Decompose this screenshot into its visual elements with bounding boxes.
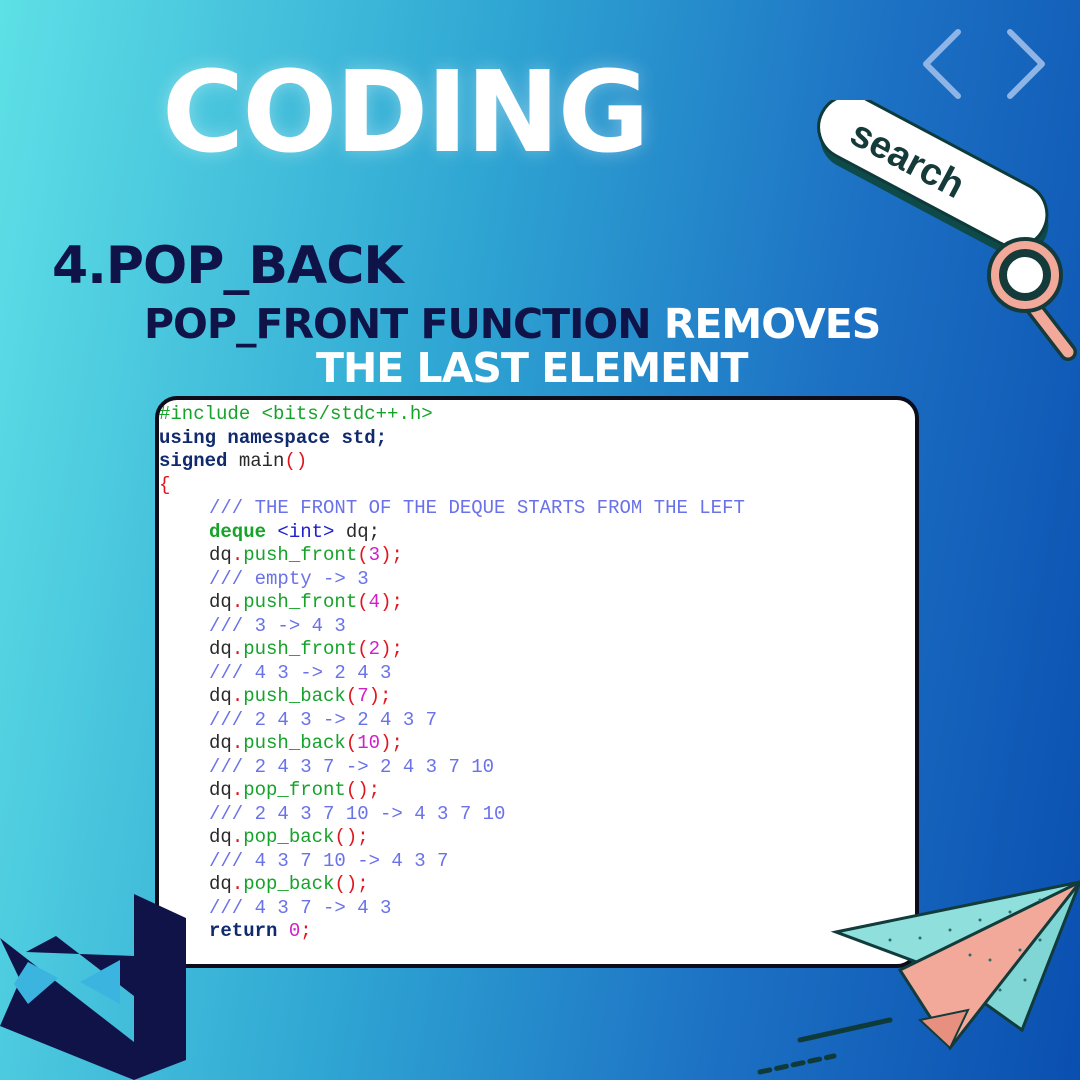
punct: .	[231, 685, 244, 707]
type: deque	[209, 520, 267, 543]
subtitle-line-2: THE LAST ELEMENT	[316, 344, 748, 392]
punct: .	[231, 826, 244, 848]
poster: CODING search 4.POP_BACK POP_FRONT FUNCT…	[0, 0, 1080, 1080]
method: push_front	[243, 544, 358, 566]
identifier: dq	[209, 544, 232, 566]
chevron-left-icon[interactable]	[918, 28, 966, 100]
code-comment: /// THE FRONT OF THE DEQUE STARTS FROM T…	[209, 497, 745, 519]
code-comment: /// 2 4 3 7 -> 2 4 3 7 10	[209, 755, 495, 778]
method: push_front	[243, 591, 358, 613]
code-comment: /// 2 4 3 -> 2 4 3 7	[209, 708, 438, 731]
code-line: #include <bits/stdc++.h>	[159, 403, 915, 427]
code-line: /// 2 4 3 -> 2 4 3 7	[159, 709, 915, 733]
code-line: dq.push_back(7);	[159, 685, 915, 709]
punct: .	[231, 638, 244, 660]
method: pop_back	[243, 826, 335, 848]
code-line: dq.push_front(3);	[159, 544, 915, 568]
punct: );	[368, 685, 392, 707]
punct: );	[380, 591, 403, 613]
punct: (	[345, 685, 358, 707]
punct: {	[159, 473, 171, 496]
punct: .	[231, 873, 244, 895]
chevron-right-icon[interactable]	[1002, 28, 1050, 100]
punct: .	[231, 779, 244, 801]
identifier: dq	[209, 685, 232, 707]
poster-title: CODING	[162, 48, 650, 178]
keyword: namespace	[227, 426, 331, 449]
identifier: dq;	[345, 520, 381, 543]
code-line: /// empty -> 3	[159, 568, 915, 592]
code-comment: /// 3 -> 4 3	[209, 614, 346, 637]
identifier: dq	[209, 591, 232, 613]
code-line: {	[159, 474, 915, 498]
code-line: signed main()	[159, 450, 915, 474]
code-line: /// THE FRONT OF THE DEQUE STARTS FROM T…	[159, 497, 915, 521]
code-line: /// 4 3 7 10 -> 4 3 7	[159, 850, 915, 874]
include-directive: #include <bits/stdc++.h>	[159, 403, 433, 425]
number: 0	[288, 920, 301, 942]
punct: .	[231, 732, 244, 754]
subtitle-rest: REMOVES	[663, 300, 881, 348]
code-comment: /// empty -> 3	[209, 567, 369, 590]
punct: .	[231, 544, 244, 566]
punct: ();	[345, 779, 381, 801]
code-comment: /// 4 3 7 -> 4 3	[209, 896, 392, 919]
method: pop_back	[243, 873, 335, 895]
number: 3	[368, 544, 381, 566]
punct: );	[380, 544, 403, 566]
punct: ;	[300, 920, 312, 942]
punct: (	[345, 732, 358, 754]
method: push_front	[243, 638, 358, 660]
number: 7	[357, 685, 369, 707]
code-line: dq.push_front(2);	[159, 638, 915, 662]
punct: ();	[334, 826, 369, 848]
code-line: /// 2 4 3 7 -> 2 4 3 7 10	[159, 756, 915, 780]
punct: .	[231, 591, 244, 613]
subtitle-highlight: POP_FRONT FUNCTION	[144, 300, 652, 348]
number: 10	[357, 732, 381, 754]
code-comment: /// 4 3 7 10 -> 4 3 7	[209, 849, 449, 872]
code-comment: /// 4 3 -> 2 4 3	[209, 661, 392, 684]
identifier: dq	[209, 873, 232, 895]
punct: ()	[284, 450, 308, 472]
code-line: dq.pop_front();	[159, 779, 915, 803]
punct: (	[357, 544, 369, 566]
number: 2	[368, 638, 381, 660]
method: push_back	[243, 685, 346, 707]
method: pop_front	[243, 779, 346, 801]
code-line: /// 2 4 3 7 10 -> 4 3 7 10	[159, 803, 915, 827]
number: 4	[368, 591, 381, 613]
keyword: signed	[159, 450, 228, 472]
identifier: dq	[209, 779, 232, 801]
keyword: using	[159, 426, 217, 449]
section-heading: 4.POP_BACK	[52, 236, 404, 296]
punct: ();	[334, 873, 369, 895]
identifier: dq	[209, 732, 232, 754]
identifier: dq	[209, 638, 232, 660]
type: <int>	[277, 520, 335, 543]
code-line: /// 4 3 -> 2 4 3	[159, 662, 915, 686]
punct: );	[380, 638, 403, 660]
punct: (	[357, 591, 369, 613]
code-line: /// 3 -> 4 3	[159, 615, 915, 639]
code-line: deque <int> dq;	[159, 521, 915, 545]
method: push_back	[243, 732, 346, 754]
code-comment: /// 2 4 3 7 10 -> 4 3 7 10	[209, 802, 506, 825]
paper-plane-icon	[757, 880, 1080, 1075]
keyword: return	[209, 920, 278, 942]
punct: );	[380, 732, 403, 754]
keyword: std;	[341, 426, 388, 449]
code-block: #include <bits/stdc++.h> using namespace…	[159, 400, 915, 944]
identifier: main	[238, 450, 285, 472]
code-line: dq.push_front(4);	[159, 591, 915, 615]
code-line: dq.pop_back();	[159, 826, 915, 850]
subtitle-line-1: POP_FRONT FUNCTION REMOVES	[144, 300, 881, 348]
code-line: dq.push_back(10);	[159, 732, 915, 756]
identifier: dq	[209, 826, 232, 848]
magnifier-icon	[987, 237, 1077, 361]
punct: (	[357, 638, 369, 660]
visual-studio-logo	[0, 894, 186, 1080]
code-line: using namespace std;	[159, 427, 915, 451]
